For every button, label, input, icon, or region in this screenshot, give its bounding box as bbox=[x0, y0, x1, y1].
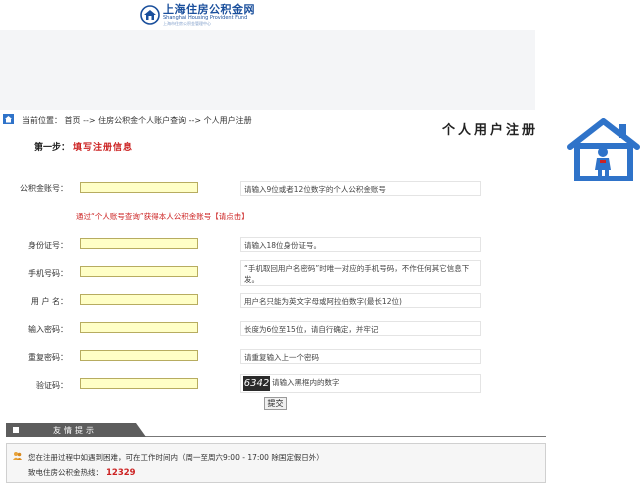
captcha-label: 验证码： bbox=[36, 381, 68, 390]
account-label: 公积金账号： bbox=[20, 184, 68, 193]
repeat-password-label: 重复密码： bbox=[28, 353, 68, 362]
repeat-password-input[interactable] bbox=[80, 350, 198, 361]
username-hint: 用户名只能为英文字母或阿拉伯数字(最长12位) bbox=[240, 293, 481, 308]
page-title: 个人用户注册 bbox=[442, 123, 539, 138]
notice-title: 友情提示 bbox=[53, 426, 97, 435]
site-header bbox=[0, 0, 640, 30]
hotline-number: 12329 bbox=[106, 468, 136, 478]
logo-emblem-icon bbox=[140, 5, 160, 25]
step-text: 填写注册信息 bbox=[73, 143, 134, 153]
site-logo[interactable]: 上海住房公积金网 Shanghai Housing Provident Fund… bbox=[140, 4, 255, 26]
password-input[interactable] bbox=[80, 322, 198, 333]
account-input[interactable] bbox=[80, 182, 198, 193]
phone-label: 手机号码： bbox=[28, 269, 68, 278]
breadcrumb: 当前位置： 首页 --> 住房公积金个人账户查询 --> 个人用户注册 bbox=[22, 116, 252, 125]
captcha-hint: 请输入黑框内的数字 bbox=[272, 378, 340, 387]
captcha-input[interactable] bbox=[80, 378, 198, 389]
password-hint: 长度为6位至15位，请自行确定，并牢记 bbox=[240, 321, 481, 336]
banner-area bbox=[0, 30, 535, 110]
id-number-input[interactable] bbox=[80, 238, 198, 249]
id-number-label: 身份证号： bbox=[28, 241, 68, 250]
repeat-password-hint: 请重复输入上一个密码 bbox=[240, 349, 481, 364]
password-label: 输入密码： bbox=[28, 325, 68, 334]
submit-button[interactable]: 提交 bbox=[264, 397, 287, 410]
hotline-label: 致电住房公积金热线： bbox=[28, 468, 103, 477]
notice-flag-icon bbox=[13, 427, 19, 433]
username-label: 用 户 名： bbox=[30, 297, 68, 306]
home-icon bbox=[3, 114, 14, 124]
user-group-icon bbox=[13, 452, 22, 460]
captcha-image[interactable]: 6342 bbox=[243, 376, 270, 391]
account-hint: 请输入9位或者12位数字的个人公积金账号 bbox=[240, 181, 481, 196]
phone-hint: “手机取回用户名密码”时唯一对应的手机号码，不作任何其它信息下发。 bbox=[240, 260, 481, 286]
house-icon bbox=[567, 118, 640, 181]
logo-title: 上海住房公积金网 bbox=[163, 3, 255, 16]
hotline: 致电住房公积金热线： 12329 bbox=[28, 467, 136, 478]
step-heading: 第一步： 填写注册信息 bbox=[34, 140, 133, 153]
phone-input[interactable] bbox=[80, 266, 198, 277]
account-lookup-link[interactable]: 通过“个人账号查询”获得本人公积金账号【请点击】 bbox=[76, 211, 249, 222]
notice-text: 您在注册过程中如遇到困难，可在工作时间内（周一至周六9:00 - 17:00 除… bbox=[28, 453, 324, 462]
logo-subtitle-cn: 上海市住房公积金管理中心 bbox=[163, 21, 211, 26]
username-input[interactable] bbox=[80, 294, 198, 305]
id-number-hint: 请输入18位身份证号。 bbox=[240, 237, 481, 252]
step-number: 第一步： bbox=[34, 143, 71, 153]
